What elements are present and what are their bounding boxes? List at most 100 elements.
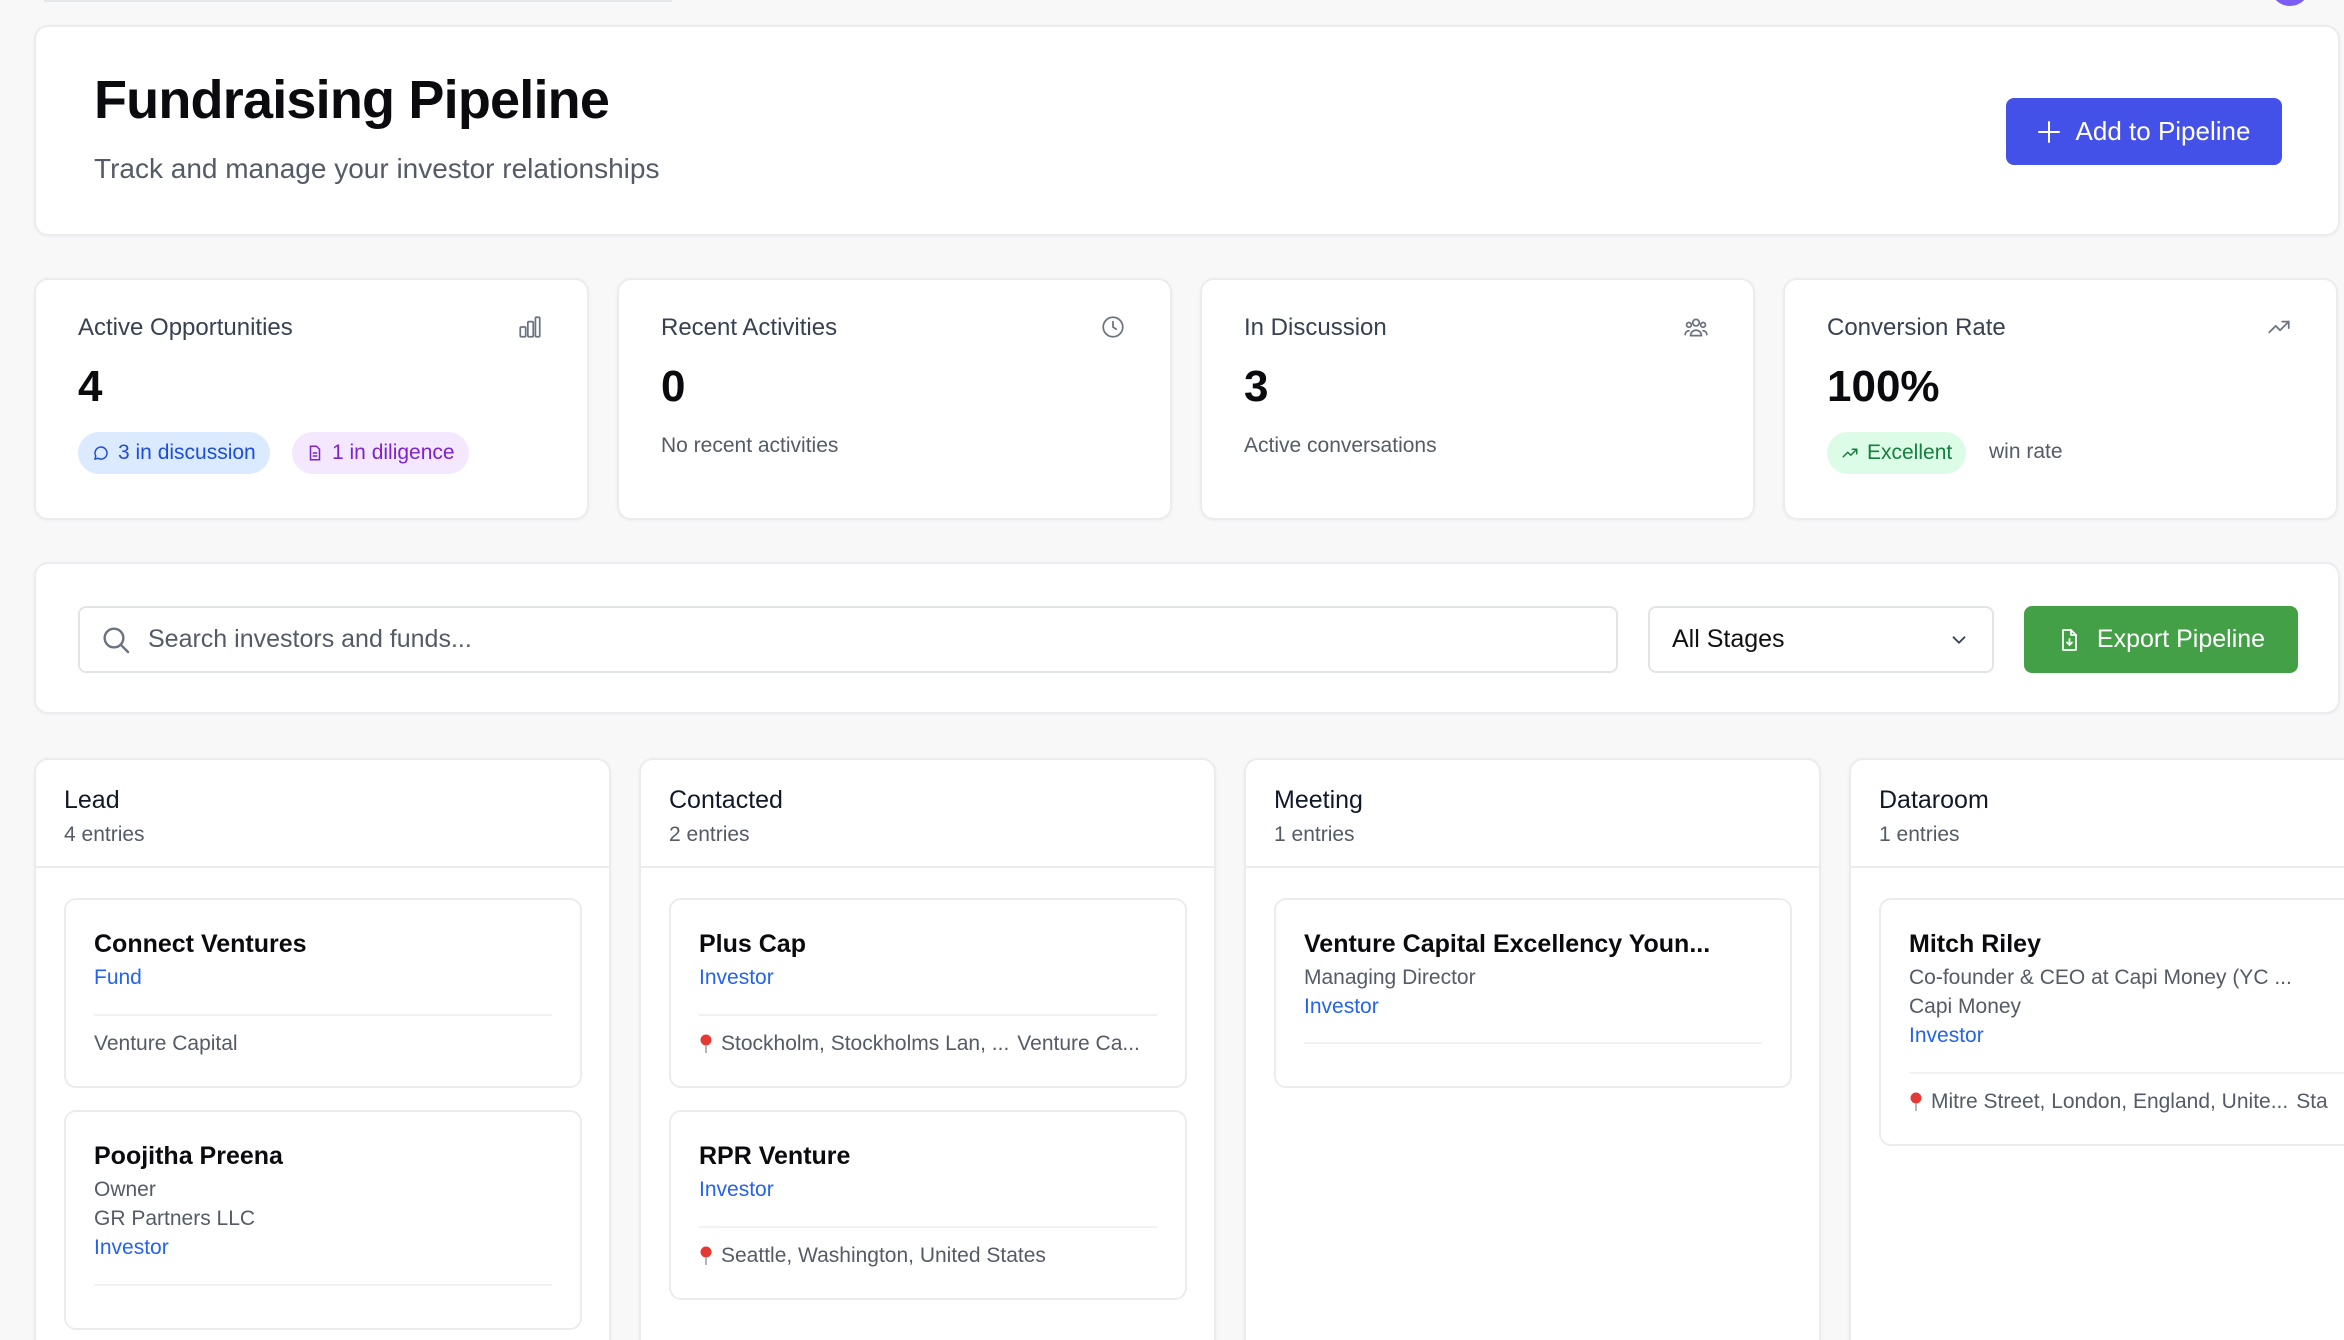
stage-select-value: All Stages bbox=[1672, 625, 1785, 653]
stat-card-in-discussion: In Discussion 3 Active conversations bbox=[1200, 278, 1755, 520]
stat-value: 3 bbox=[1244, 362, 1269, 411]
entry-role: Managing Director bbox=[1304, 966, 1476, 989]
entry-category: Sta bbox=[2296, 1090, 2328, 1113]
pipeline-column-dataroom: Dataroom 1 entries Mitch Riley Co-founde… bbox=[1849, 758, 2344, 1340]
map-pin-icon bbox=[700, 1034, 712, 1053]
pipeline-card[interactable]: Venture Capital Excellency Youn... Manag… bbox=[1274, 898, 1792, 1088]
entry-name: Mitch Riley bbox=[1909, 930, 2041, 958]
stat-card-conversion-rate: Conversion Rate 100% Excellent win rate bbox=[1783, 278, 2338, 520]
search-box[interactable] bbox=[78, 606, 1618, 673]
map-pin-icon bbox=[700, 1246, 712, 1265]
user-avatar[interactable] bbox=[2270, 0, 2310, 6]
search-input[interactable] bbox=[148, 625, 1548, 654]
file-export-icon bbox=[2062, 628, 2077, 651]
users-icon bbox=[1684, 318, 1708, 337]
entry-name: Poojitha Preena bbox=[94, 1142, 283, 1170]
entry-footer: Mitre Street, London, England, Unite... … bbox=[1909, 1090, 2328, 1114]
pipeline-card[interactable]: Plus Cap Investor Stockholm, Stockholms … bbox=[669, 898, 1187, 1088]
stat-label: Conversion Rate bbox=[1827, 314, 2006, 341]
in-diligence-text: 1 in diligence bbox=[332, 441, 455, 464]
entry-type: Investor bbox=[94, 1236, 169, 1259]
pipeline-column-lead: Lead 4 entries Connect Ventures Fund Ven… bbox=[34, 758, 611, 1340]
add-to-pipeline-label: Add to Pipeline bbox=[2075, 116, 2251, 146]
column-count: 4 entries bbox=[64, 823, 145, 846]
card-divider bbox=[1909, 1072, 2344, 1074]
document-icon bbox=[309, 445, 321, 461]
stat-note: Active conversations bbox=[1244, 434, 1437, 457]
entry-location: Stockholm, Stockholms Lan, ... bbox=[721, 1032, 1010, 1055]
export-pipeline-label: Export Pipeline bbox=[2096, 625, 2266, 653]
stat-value: 100% bbox=[1827, 362, 1940, 411]
pipeline-column-contacted: Contacted 2 entries Plus Cap Investor St… bbox=[639, 758, 1216, 1340]
column-title: Meeting bbox=[1274, 786, 1363, 814]
filter-bar: All Stages Export Pipeline bbox=[34, 562, 2340, 714]
pipeline-card[interactable]: RPR Venture Investor Seattle, Washington… bbox=[669, 1110, 1187, 1300]
excellent-text: Excellent bbox=[1867, 441, 1953, 464]
stat-card-active-opportunities: Active Opportunities 4 3 in discussion 1… bbox=[34, 278, 589, 520]
column-header: Meeting 1 entries bbox=[1246, 760, 1819, 868]
column-count: 1 entries bbox=[1879, 823, 1960, 846]
export-pipeline-button[interactable]: Export Pipeline bbox=[2024, 606, 2298, 673]
entry-name: RPR Venture bbox=[699, 1142, 851, 1170]
win-rate-label: win rate bbox=[1989, 440, 2063, 463]
page-header: Fundraising Pipeline Track and manage yo… bbox=[34, 25, 2340, 236]
entry-location: Seattle, Washington, United States bbox=[721, 1244, 1046, 1267]
add-to-pipeline-button[interactable]: Add to Pipeline bbox=[2006, 98, 2282, 165]
entry-footer: Venture Capital bbox=[94, 1032, 238, 1056]
card-divider bbox=[94, 1014, 552, 1016]
page-subtitle: Track and manage your investor relations… bbox=[94, 153, 660, 184]
stat-value: 4 bbox=[78, 362, 103, 411]
trending-up-icon bbox=[2268, 320, 2290, 334]
entry-name: Venture Capital Excellency Youn... bbox=[1304, 930, 1711, 958]
message-icon bbox=[93, 446, 108, 461]
stat-label: In Discussion bbox=[1244, 314, 1387, 341]
column-title: Lead bbox=[64, 786, 120, 814]
app-root: Fundraising Pipeline Track and manage yo… bbox=[0, 0, 2344, 1340]
map-pin-icon bbox=[1910, 1092, 1922, 1111]
entry-company: Capi Money bbox=[1909, 995, 2022, 1018]
chevron-down-icon bbox=[1952, 635, 1966, 644]
entry-role: Co-founder & CEO at Capi Money (YC ... bbox=[1909, 966, 2292, 989]
entry-footer: Seattle, Washington, United States bbox=[699, 1244, 1046, 1268]
card-divider bbox=[1304, 1042, 1762, 1044]
entry-type: Investor bbox=[699, 1178, 774, 1201]
search-icon bbox=[103, 626, 130, 653]
stat-label: Active Opportunities bbox=[78, 314, 293, 341]
column-header: Lead 4 entries bbox=[36, 760, 609, 868]
pipeline-card[interactable]: Poojitha Preena Owner GR Partners LLC In… bbox=[64, 1110, 582, 1330]
card-divider bbox=[94, 1284, 552, 1286]
stat-card-recent-activities: Recent Activities 0 No recent activities bbox=[617, 278, 1172, 520]
stat-label: Recent Activities bbox=[661, 314, 838, 341]
entry-type: Investor bbox=[699, 966, 774, 989]
entry-type: Fund bbox=[94, 966, 142, 989]
page-title: Fundraising Pipeline bbox=[94, 70, 610, 130]
in-discussion-text: 3 in discussion bbox=[118, 441, 256, 464]
trending-up-icon bbox=[1842, 448, 1858, 458]
top-divider bbox=[44, 0, 672, 2]
stat-note: No recent activities bbox=[661, 434, 839, 457]
pipeline-card[interactable]: Connect Ventures Fund Venture Capital bbox=[64, 898, 582, 1088]
entry-role: Owner bbox=[94, 1178, 156, 1201]
column-header: Dataroom 1 entries bbox=[1851, 760, 2344, 868]
entry-type: Investor bbox=[1909, 1024, 1984, 1047]
entry-location: Mitre Street, London, England, Unite... bbox=[1931, 1090, 2289, 1113]
column-header: Contacted 2 entries bbox=[641, 760, 1214, 868]
excellent-badge: Excellent bbox=[1827, 432, 1967, 474]
in-discussion-badge: 3 in discussion bbox=[78, 432, 270, 474]
entry-category: Venture Capital bbox=[94, 1032, 238, 1055]
entry-name: Connect Ventures bbox=[94, 930, 307, 958]
column-count: 2 entries bbox=[669, 823, 750, 846]
stat-value: 0 bbox=[661, 362, 686, 411]
column-count: 1 entries bbox=[1274, 823, 1355, 846]
entry-category: Venture Ca... bbox=[1017, 1032, 1140, 1055]
entry-name: Plus Cap bbox=[699, 930, 806, 958]
entry-type: Investor bbox=[1304, 995, 1379, 1018]
in-diligence-badge: 1 in diligence bbox=[292, 432, 469, 474]
pipeline-column-meeting: Meeting 1 entries Venture Capital Excell… bbox=[1244, 758, 1821, 1340]
stage-select[interactable]: All Stages bbox=[1648, 606, 1994, 673]
column-title: Dataroom bbox=[1879, 786, 1989, 814]
clock-icon bbox=[1102, 316, 1124, 338]
plus-icon bbox=[2037, 120, 2060, 143]
pipeline-card[interactable]: Mitch Riley Co-founder & CEO at Capi Mon… bbox=[1879, 898, 2344, 1146]
entry-company: GR Partners LLC bbox=[94, 1207, 256, 1230]
